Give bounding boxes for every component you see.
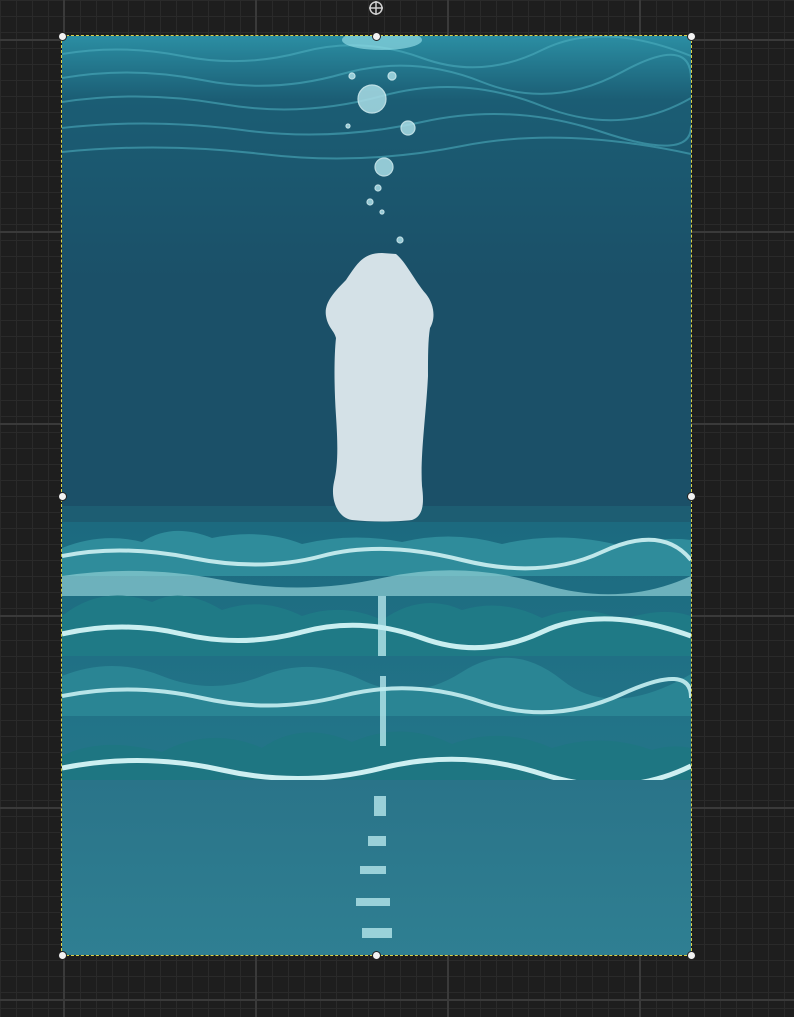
move-icon[interactable] [367, 0, 385, 16]
resize-handle-top-right[interactable] [687, 32, 696, 41]
resize-handle-top-center[interactable] [372, 32, 381, 41]
resize-handle-middle-right[interactable] [687, 492, 696, 501]
resize-handle-middle-left[interactable] [58, 492, 67, 501]
ocean-illustration [62, 36, 691, 955]
brush-mask [325, 253, 434, 522]
image-layer[interactable] [62, 36, 691, 955]
resize-handle-top-left[interactable] [58, 32, 67, 41]
resize-handle-bottom-right[interactable] [687, 951, 696, 960]
resize-handle-bottom-left[interactable] [58, 951, 67, 960]
resize-handle-bottom-center[interactable] [372, 951, 381, 960]
